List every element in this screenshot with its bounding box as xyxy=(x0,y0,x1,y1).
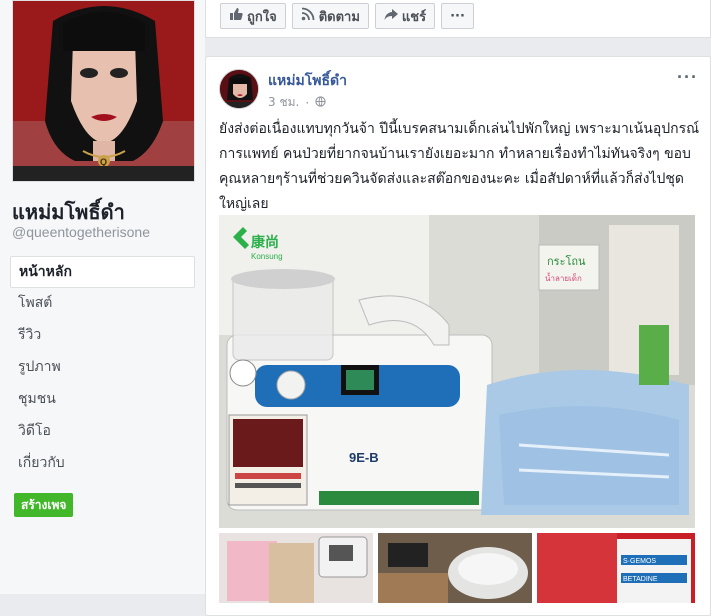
meta-separator: · xyxy=(305,95,310,110)
photo-box-label-1: BETADINE xyxy=(623,576,658,583)
left-column: Q แหม่มโพธิ์ดำ @queentogetherisone หน้าห… xyxy=(0,0,205,594)
globe-icon xyxy=(315,95,326,110)
photo-brand-latin: Konsung xyxy=(251,252,283,261)
nav-item-photos[interactable]: รูปภาพ xyxy=(10,352,195,384)
post-thumbnail[interactable] xyxy=(219,533,373,603)
thumbs-up-icon xyxy=(229,7,243,25)
share-button[interactable]: แชร์ xyxy=(374,3,436,29)
create-page-button[interactable]: สร้างเพจ xyxy=(14,493,74,517)
svg-text:Q: Q xyxy=(100,157,107,167)
post-text: ยังส่งต่อเนื่องแทบทุกวันจ้า ปีนี้เบรคสนา… xyxy=(219,121,700,212)
page-actions-bar: ถูกใจ ติดตาม แชร์ ··· xyxy=(205,0,711,38)
share-label: แชร์ xyxy=(401,9,427,25)
photo-sign-subtext: น้ำลายเด็ก xyxy=(545,272,582,283)
share-arrow-icon xyxy=(384,7,398,25)
nav-item-home[interactable]: หน้าหลัก xyxy=(10,256,195,288)
more-actions-button[interactable]: ··· xyxy=(441,3,474,29)
nav-item-videos[interactable]: วิดีโอ xyxy=(10,416,195,448)
photo-sign-text: กระโถน xyxy=(547,254,586,268)
post-thumbnail[interactable]: S·GEMOS BETADINE xyxy=(537,533,695,603)
follow-label: ติดตาม xyxy=(318,9,360,25)
nav-item-posts[interactable]: โพสต์ xyxy=(10,288,195,320)
post-timestamp[interactable]: 3 ชม. xyxy=(268,93,299,112)
like-label: ถูกใจ xyxy=(247,9,277,25)
page-handle[interactable]: @queentogetherisone xyxy=(12,224,150,240)
post-author[interactable]: แหม่มโพธิ์ดำ xyxy=(268,70,347,92)
post-main-photo[interactable]: กระโถน น้ำลายเด็ก 康尚 Konsung 9E-B xyxy=(219,215,695,528)
rss-icon xyxy=(301,7,315,25)
photo-model-label: 9E-B xyxy=(349,450,379,465)
post-card: แหม่มโพธิ์ดำ 3 ชม. · ··· ยังส่งต่อเนื่อง… xyxy=(205,56,711,616)
profile-picture[interactable]: Q xyxy=(12,0,195,182)
nav-item-reviews[interactable]: รีวิว xyxy=(10,320,195,352)
photo-brand-chinese: 康尚 xyxy=(251,234,279,251)
nav-item-about[interactable]: เกี่ยวกับ xyxy=(10,448,195,480)
follow-button[interactable]: ติดตาม xyxy=(291,3,369,29)
nav-item-community[interactable]: ชุมชน xyxy=(10,384,195,416)
post-thumbnail[interactable] xyxy=(378,533,532,603)
author-avatar[interactable] xyxy=(219,69,259,109)
like-button[interactable]: ถูกใจ xyxy=(220,3,286,29)
post-meta: 3 ชม. · xyxy=(268,93,326,112)
page-nav: หน้าหลัก โพสต์ รีวิว รูปภาพ ชุมชน วิดีโอ… xyxy=(10,256,195,480)
more-dots-icon: ··· xyxy=(450,8,465,24)
post-options-button[interactable]: ··· xyxy=(677,67,698,88)
photo-box-label-2: S·GEMOS xyxy=(623,558,656,565)
